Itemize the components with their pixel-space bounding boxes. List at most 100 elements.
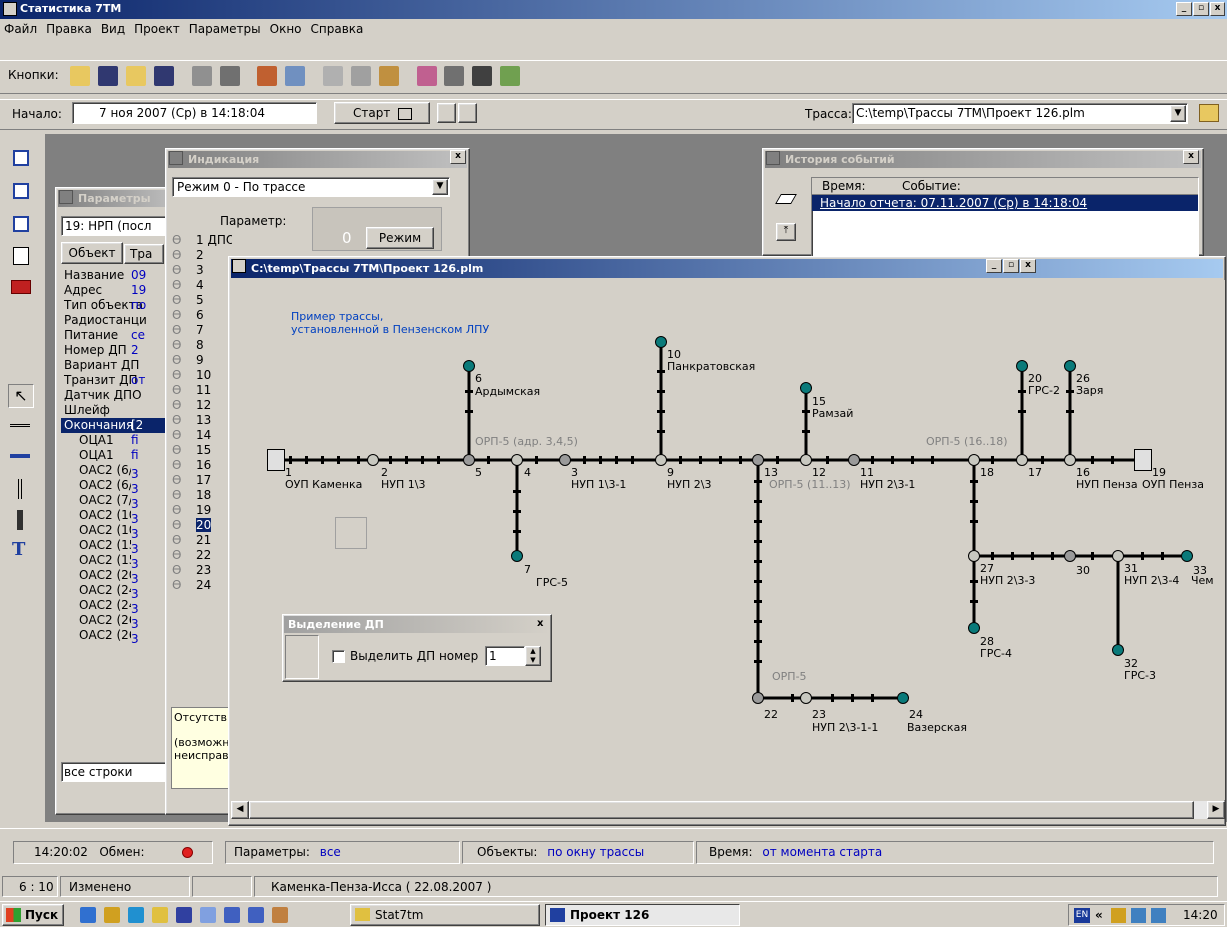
line-icon[interactable] [10,424,30,427]
node-17[interactable] [1016,454,1028,466]
list-item[interactable]: ϴ3 [172,263,232,278]
table-row[interactable]: Тип объектапо [61,298,176,313]
table-row-selected[interactable]: Окончания[2 [61,418,176,433]
stop-button[interactable] [458,103,477,123]
node-15[interactable] [800,382,812,394]
list-item[interactable]: ϴ 10 [172,368,232,383]
node-28[interactable] [968,622,980,634]
select-dp-checkbox[interactable] [332,650,345,663]
table-row[interactable]: ОЦА1 fi [61,448,176,463]
tab-trace[interactable]: Тра [124,244,164,264]
table-row[interactable]: Датчик ДПО [61,388,176,403]
table-row[interactable]: ОАС2 (6/43 [61,478,176,493]
node-10[interactable] [655,336,667,348]
table-row[interactable]: ОЦА1 fi [61,433,176,448]
tool-icon[interactable] [272,907,288,923]
save-icon[interactable] [176,907,192,923]
magic-icon[interactable] [500,65,521,86]
node-26[interactable] [1064,360,1076,372]
phone-icon[interactable] [444,65,465,86]
node-22[interactable] [752,692,764,704]
eraser-icon[interactable] [775,194,797,204]
trace-hscrollbar[interactable]: ◀ ▶ [231,801,1225,819]
list-item-selected[interactable]: ϴ 20 [172,518,232,533]
table-row[interactable]: Шлейф [61,403,176,418]
terminal-oup-kamenka[interactable] [267,449,285,471]
node-12[interactable] [800,454,812,466]
table-row[interactable]: ОАС2 (24/3 [61,583,176,598]
window1-icon[interactable] [13,150,29,166]
menu-file[interactable]: Файл [4,22,37,36]
table-row[interactable]: Вариант ДП [61,358,176,373]
list-item[interactable]: ϴ9 [172,353,232,368]
tray-app-icon[interactable] [1111,908,1126,923]
task-project-126[interactable]: Проект 126 [545,904,740,926]
table-row[interactable]: ОАС2 (15/3 [61,538,176,553]
list-item[interactable]: ϴ6 [172,308,232,323]
menu-edit[interactable]: Правка [46,22,92,36]
node-20[interactable] [1016,360,1028,372]
table-row[interactable]: Питание се [61,328,176,343]
copy-icon[interactable] [350,65,371,86]
list-item[interactable]: ϴ 21 [172,533,232,548]
save-icon[interactable] [98,65,119,86]
tools-icon[interactable] [257,65,278,86]
list-item[interactable]: ϴ2 [172,248,232,263]
segment-icon[interactable] [10,454,30,458]
document-icon[interactable] [13,247,29,265]
node-18[interactable] [968,454,980,466]
chevron-down-icon[interactable]: ▼ [1170,105,1186,122]
close-button[interactable]: x [537,615,543,633]
start-button[interactable]: Старт [334,102,430,124]
node-2[interactable] [367,454,379,466]
tab-object[interactable]: Объект [61,242,123,264]
node-4[interactable] [511,454,523,466]
restore-button[interactable]: ▫ [1003,259,1019,273]
app-icon[interactable] [104,907,120,923]
notes-icon[interactable] [200,907,216,923]
node-6[interactable] [463,360,475,372]
list-item[interactable]: ϴ 17 [172,473,232,488]
node-5[interactable] [463,454,475,466]
list-item[interactable]: ϴ 16 [172,458,232,473]
list-item[interactable]: ϴ 23 [172,563,232,578]
start-datetime-field[interactable]: 7 ноя 2007 (Ср) в 14:18:04 [72,102,317,124]
open-trace-icon[interactable] [1199,104,1219,122]
print-icon[interactable] [191,65,212,86]
ie-icon[interactable] [80,907,96,923]
table-row[interactable]: ОАС2 (26/3 [61,613,176,628]
table-row[interactable]: ОАС2 (10/3 [61,508,176,523]
list-item[interactable]: ϴ 24 [172,578,232,593]
list-item[interactable]: ϴ 15 [172,443,232,458]
list-item[interactable]: ϴ4 [172,278,232,293]
node-30[interactable] [1064,550,1076,562]
scroll-right-button[interactable]: ▶ [1207,801,1225,819]
browser-icon[interactable] [128,907,144,923]
open-folder-icon[interactable] [70,65,91,86]
dp-number-input[interactable]: 1 [485,646,525,666]
paste-icon[interactable] [378,65,399,86]
node-13[interactable] [752,454,764,466]
node-23[interactable] [800,692,812,704]
save-as-icon[interactable] [153,65,174,86]
node-33[interactable] [1181,550,1193,562]
table-row-selected[interactable]: Начало отчета: 07.11.2007 (Ср) в 14:18:0… [812,195,1198,211]
list-item[interactable]: ϴ 14 [172,428,232,443]
media-icon[interactable] [224,907,240,923]
table-row[interactable]: Радиостанци [61,313,176,328]
table-row[interactable]: Транзит ДПот [61,373,176,388]
menu-help[interactable]: Справка [311,22,364,36]
table-row[interactable]: ОАС2 (24/3 [61,598,176,613]
list-item[interactable]: ϴ 22 [172,548,232,563]
pause-button[interactable] [437,103,456,123]
list-item[interactable]: ϴ7 [172,323,232,338]
network-icon[interactable] [1131,908,1146,923]
mode-select[interactable]: Режим 0 - По трассе ▼ [172,177,450,197]
table-row[interactable]: ОАС2 (7/33 [61,493,176,508]
list-item[interactable]: ϴ8 [172,338,232,353]
preview-icon[interactable] [219,65,240,86]
network2-icon[interactable] [1151,908,1166,923]
scroll-thumb[interactable] [249,801,1194,819]
node-16[interactable] [1064,454,1076,466]
vertical-line-icon[interactable] [18,479,22,499]
